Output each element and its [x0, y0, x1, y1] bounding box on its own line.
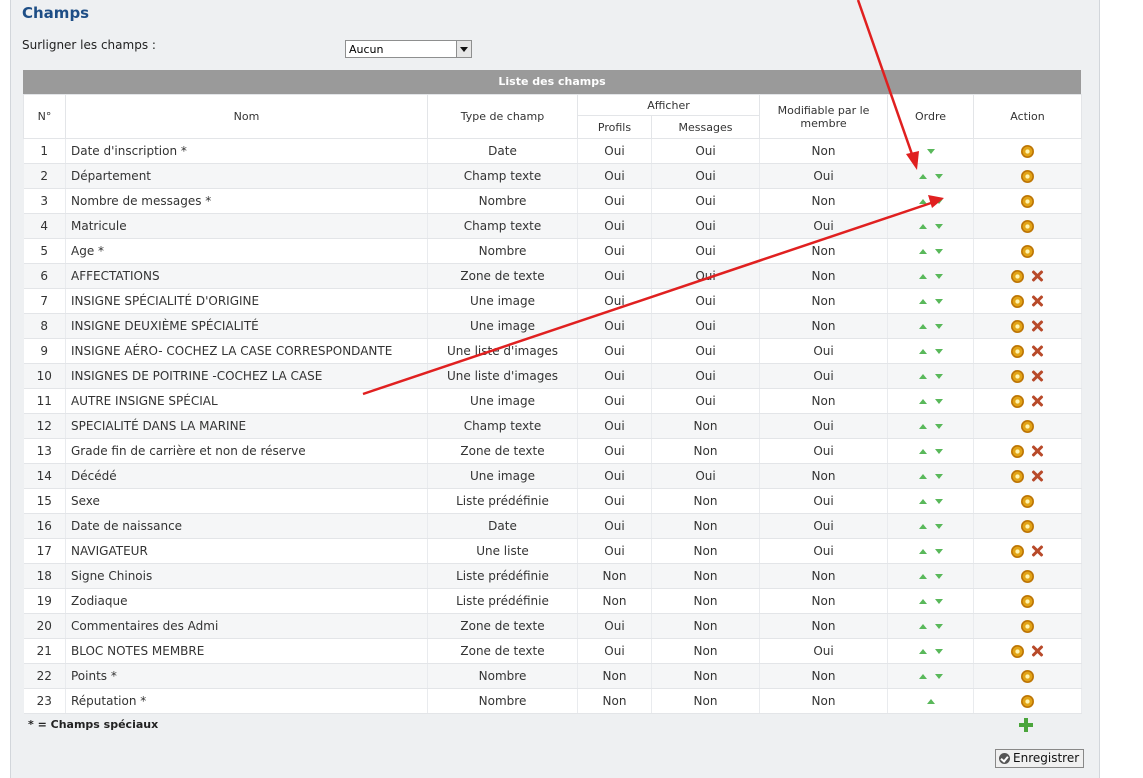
annotation-arrow-2: [362, 200, 935, 396]
annotation-arrow-1: [856, 0, 916, 161]
annotation-arrowhead-2: [928, 195, 944, 208]
annotation-arrowhead-1: [906, 151, 919, 170]
annotation-arrows: [362, 0, 944, 396]
